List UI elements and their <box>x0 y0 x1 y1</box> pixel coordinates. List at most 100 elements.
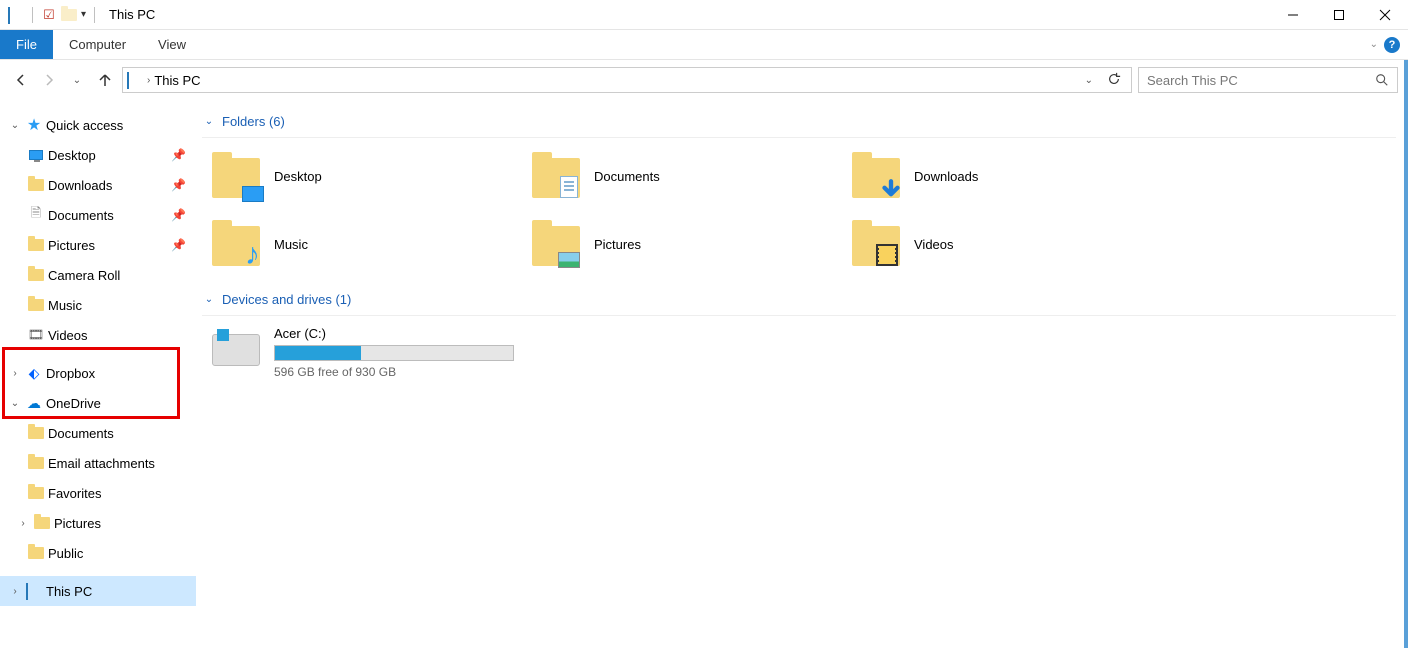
address-history-button[interactable]: ⌄ <box>1081 75 1097 86</box>
this-pc-icon <box>26 583 42 599</box>
tree-item-od-public[interactable]: Public <box>0 538 196 568</box>
folder-large-icon <box>532 220 580 268</box>
drive-label: Acer (C:) <box>274 326 514 341</box>
close-button[interactable] <box>1362 0 1408 30</box>
expand-icon[interactable]: › <box>8 586 22 597</box>
ribbon-tab-file[interactable]: File <box>0 30 53 59</box>
section-drives-header[interactable]: ⌄ Devices and drives (1) <box>202 288 1396 316</box>
tree-item-pictures[interactable]: Pictures 📌 <box>0 230 196 260</box>
folder-videos[interactable]: Videos <box>852 216 1172 272</box>
recent-locations-button[interactable]: ⌄ <box>66 69 88 91</box>
tree-label: Dropbox <box>46 366 95 381</box>
drive-usage-bar <box>274 345 514 361</box>
folder-label: Downloads <box>914 169 978 184</box>
ribbon-tabs: File Computer View ⌄ ? <box>0 30 1408 60</box>
app-icon <box>8 7 24 23</box>
tree-item-od-documents[interactable]: Documents <box>0 418 196 448</box>
tree-item-od-email[interactable]: Email attachments <box>0 448 196 478</box>
videos-icon: 🎞 <box>28 327 44 343</box>
tree-label: Public <box>48 546 83 561</box>
address-icon <box>127 72 143 88</box>
tree-label: Documents <box>48 208 114 223</box>
tree-label: Favorites <box>48 486 101 501</box>
pin-icon: 📌 <box>171 208 186 222</box>
pin-icon: 📌 <box>171 238 186 252</box>
navigation-row: ⌄ › This PC ⌄ <box>0 60 1408 100</box>
collapse-icon[interactable]: ⌄ <box>202 294 216 305</box>
folder-icon <box>28 455 44 471</box>
tree-item-music[interactable]: Music <box>0 290 196 320</box>
ribbon-collapse-icon[interactable]: ⌄ <box>1370 39 1378 50</box>
expand-icon[interactable]: › <box>16 518 30 529</box>
folder-pictures[interactable]: Pictures <box>532 216 852 272</box>
tree-dropbox[interactable]: › ⬖ Dropbox <box>0 358 196 388</box>
tree-label: Music <box>48 298 82 313</box>
collapse-icon[interactable]: ⌄ <box>202 116 216 127</box>
tree-this-pc[interactable]: › This PC <box>0 576 196 606</box>
folder-label: Desktop <box>274 169 322 184</box>
folder-desktop[interactable]: Desktop <box>212 148 532 204</box>
expand-icon[interactable]: › <box>8 368 22 379</box>
folder-label: Videos <box>914 237 954 252</box>
tree-label: Camera Roll <box>48 268 120 283</box>
folder-music[interactable]: ♪ Music <box>212 216 532 272</box>
folder-icon <box>28 297 44 313</box>
breadcrumb-location[interactable]: This PC <box>154 73 200 88</box>
breadcrumb-chevron-icon[interactable]: › <box>147 75 150 86</box>
vertical-scrollbar[interactable] <box>1404 60 1408 648</box>
tree-label: This PC <box>46 584 92 599</box>
tree-label: OneDrive <box>46 396 101 411</box>
tree-item-documents[interactable]: 🗎 Documents 📌 <box>0 200 196 230</box>
search-icon <box>1375 73 1389 87</box>
folder-icon <box>28 545 44 561</box>
qat-customize-icon[interactable]: ▾ <box>81 9 86 20</box>
search-box[interactable] <box>1138 67 1398 93</box>
tree-label: Desktop <box>48 148 96 163</box>
pin-icon: 📌 <box>171 178 186 192</box>
tree-label: Pictures <box>48 238 95 253</box>
pin-icon: 📌 <box>171 148 186 162</box>
address-bar[interactable]: › This PC ⌄ <box>122 67 1132 93</box>
expand-icon[interactable]: ⌄ <box>8 398 22 409</box>
tree-label: Quick access <box>46 118 123 133</box>
folder-large-icon <box>212 152 260 200</box>
drive-icon <box>212 334 260 366</box>
tree-quick-access[interactable]: ⌄ ★ Quick access <box>0 110 196 140</box>
section-title: Folders (6) <box>222 114 285 129</box>
minimize-button[interactable] <box>1270 0 1316 30</box>
tree-item-desktop[interactable]: Desktop 📌 <box>0 140 196 170</box>
tree-item-videos[interactable]: 🎞 Videos <box>0 320 196 350</box>
folder-icon <box>28 267 44 283</box>
search-input[interactable] <box>1147 73 1375 88</box>
tree-label: Downloads <box>48 178 112 193</box>
tree-item-downloads[interactable]: Downloads 📌 <box>0 170 196 200</box>
forward-button[interactable] <box>38 69 60 91</box>
folder-icon <box>28 177 44 193</box>
tree-item-camera-roll[interactable]: Camera Roll <box>0 260 196 290</box>
qat-newfolder-icon[interactable] <box>61 7 77 23</box>
content-pane: ⌄ Folders (6) Desktop Documents Download… <box>196 100 1408 648</box>
ribbon-tab-computer[interactable]: Computer <box>53 30 142 59</box>
tree-item-od-pictures[interactable]: › Pictures <box>0 508 196 538</box>
qat-properties-icon[interactable]: ☑ <box>41 7 57 23</box>
maximize-button[interactable] <box>1316 0 1362 30</box>
section-folders-header[interactable]: ⌄ Folders (6) <box>202 110 1396 138</box>
folder-downloads[interactable]: Downloads <box>852 148 1172 204</box>
back-button[interactable] <box>10 69 32 91</box>
help-icon[interactable]: ? <box>1384 37 1400 53</box>
section-title: Devices and drives (1) <box>222 292 351 307</box>
onedrive-icon: ☁ <box>26 395 42 411</box>
folder-large-icon <box>532 152 580 200</box>
refresh-button[interactable] <box>1101 72 1127 89</box>
folder-label: Pictures <box>594 237 641 252</box>
drive-c[interactable]: Acer (C:) 596 GB free of 930 GB <box>202 316 1408 379</box>
folder-icon <box>28 425 44 441</box>
tree-onedrive[interactable]: ⌄ ☁ OneDrive <box>0 388 196 418</box>
ribbon-tab-view[interactable]: View <box>142 30 202 59</box>
quick-access-icon: ★ <box>26 117 42 133</box>
tree-item-od-favorites[interactable]: Favorites <box>0 478 196 508</box>
folder-icon <box>34 515 50 531</box>
expand-icon[interactable]: ⌄ <box>8 120 22 131</box>
up-button[interactable] <box>94 69 116 91</box>
folder-documents[interactable]: Documents <box>532 148 852 204</box>
